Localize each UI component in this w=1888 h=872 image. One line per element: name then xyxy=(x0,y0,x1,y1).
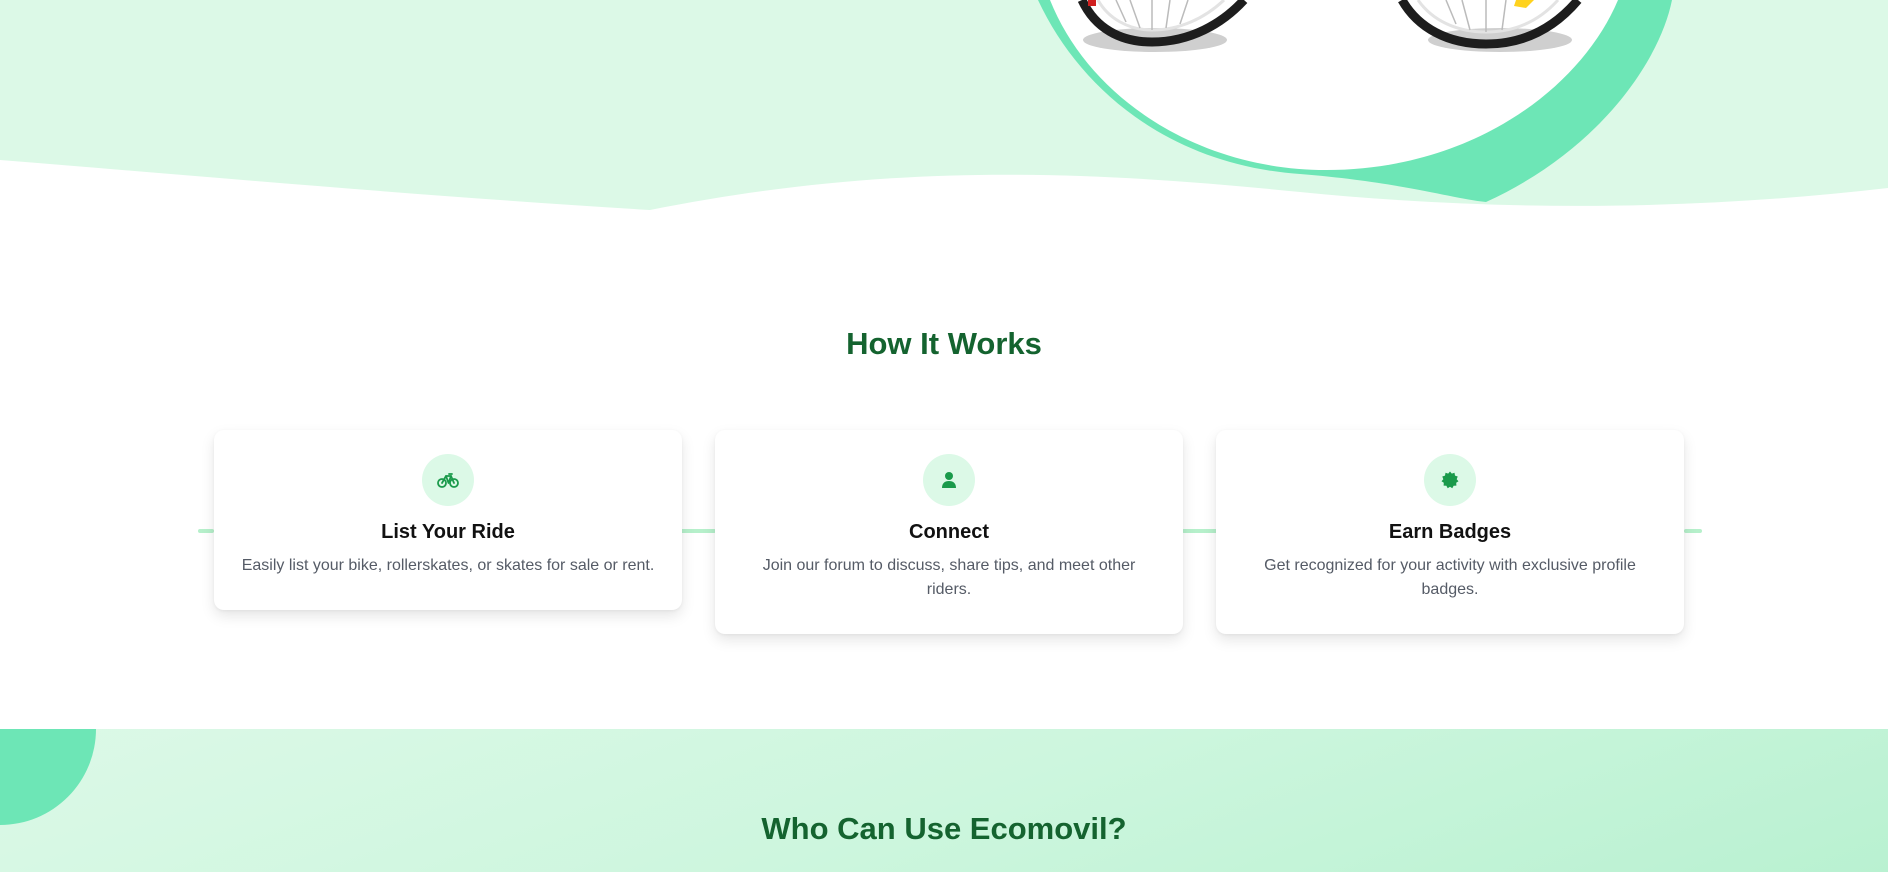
step-card-connect: Connect Join our forum to discuss, share… xyxy=(715,430,1183,634)
step-description: Join our forum to discuss, share tips, a… xyxy=(762,557,1136,598)
timeline-connector-left xyxy=(198,529,214,533)
step-description: Get recognized for your activity with ex… xyxy=(1264,557,1636,598)
timeline-connector-1 xyxy=(680,529,716,533)
hero-section xyxy=(0,0,1888,215)
timeline-connector-right xyxy=(1684,529,1702,533)
step-description: Easily list your bike, rollerskates, or … xyxy=(241,557,655,574)
hero-background xyxy=(0,0,1888,210)
step-title: Connect xyxy=(909,521,989,543)
who-can-use-title: Who Can Use Ecomovil? xyxy=(761,811,1127,846)
user-icon xyxy=(942,472,956,488)
who-can-use-section: Who Can Use Ecomovil? xyxy=(0,729,1888,872)
step-title: List Your Ride xyxy=(381,521,515,543)
step-card-earn-badges: Earn Badges Get recognized for your acti… xyxy=(1216,430,1684,634)
timeline-connector-2 xyxy=(1182,529,1218,533)
badge-icon xyxy=(1441,471,1459,489)
step-icon-badge xyxy=(1424,454,1476,506)
step-card-list-your-ride: List Your Ride Easily list your bike, ro… xyxy=(214,430,682,610)
step-icon-badge xyxy=(923,454,975,506)
how-it-works-title: How It Works xyxy=(846,326,1042,361)
bike-icon xyxy=(437,473,459,488)
step-icon-badge xyxy=(422,454,474,506)
step-title: Earn Badges xyxy=(1388,521,1512,543)
